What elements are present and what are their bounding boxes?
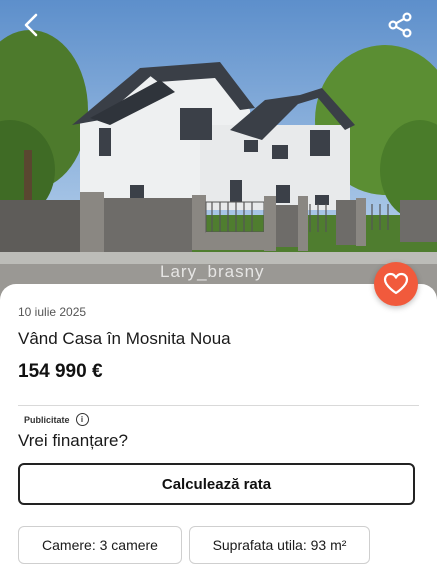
share-button[interactable] xyxy=(383,8,417,42)
divider xyxy=(18,405,419,406)
back-button[interactable] xyxy=(14,8,48,42)
photo-watermark: Lary_brasny xyxy=(160,262,265,281)
calculate-rate-button[interactable]: Calculează rata xyxy=(18,463,415,505)
finance-question: Vrei finanțare? xyxy=(18,431,128,450)
listing-date: 10 iulie 2025 xyxy=(18,305,87,319)
chevron-left-icon xyxy=(24,13,38,37)
listing-photo[interactable]: Lary_brasny xyxy=(0,0,437,300)
listing-details-card: 10 iulie 2025 Vând Casa în Mosnita Noua … xyxy=(0,284,437,564)
listing-title: Vând Casa în Mosnita Noua xyxy=(18,329,231,348)
listing-price: 154 990 € xyxy=(18,361,103,382)
ad-label-text: Publicitate xyxy=(24,414,70,425)
house-photo xyxy=(0,0,437,300)
feature-rooms: Camere: 3 camere xyxy=(18,526,182,564)
heart-icon xyxy=(383,272,409,295)
ad-label: Publicitate i xyxy=(24,413,89,426)
feature-area: Suprafata utila: 93 m² xyxy=(189,526,370,564)
share-icon xyxy=(388,12,412,38)
info-icon[interactable]: i xyxy=(75,413,89,426)
favorite-button[interactable] xyxy=(374,262,418,306)
